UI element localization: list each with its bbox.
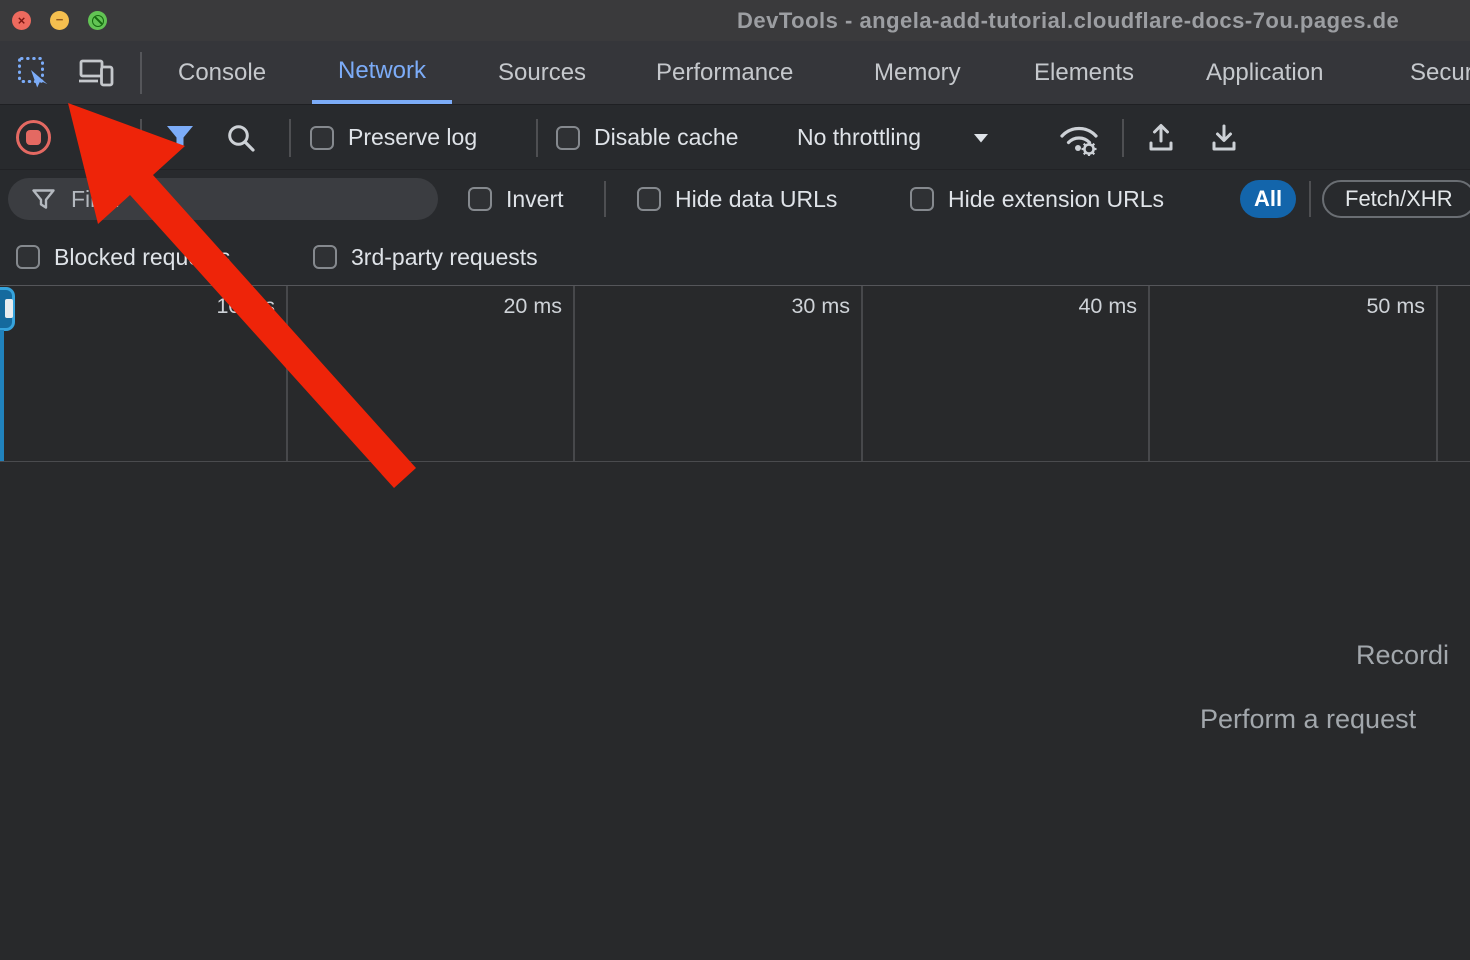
toolbar-divider: [140, 119, 142, 157]
invert-label[interactable]: Invert: [506, 186, 564, 213]
hide-extension-urls-checkbox[interactable]: [910, 187, 934, 211]
timeline-tick: 40 ms: [1047, 294, 1137, 319]
tab-security[interactable]: Security: [1384, 41, 1470, 104]
import-har-button[interactable]: [1145, 122, 1177, 154]
wifi-gear-icon: [1056, 120, 1102, 156]
tab-application[interactable]: Application: [1180, 41, 1349, 104]
filter-funnel-icon: [32, 189, 55, 210]
minimize-window-button[interactable]: −: [50, 11, 69, 30]
network-toolbar: Preserve log Disable cache No throttling: [0, 105, 1470, 170]
timeline-gridline: [286, 286, 288, 461]
preserve-log-label[interactable]: Preserve log: [348, 124, 477, 151]
disable-cache-label[interactable]: Disable cache: [594, 124, 738, 151]
search-button[interactable]: [226, 123, 256, 153]
clipped-blue-edge-line: [0, 330, 4, 461]
timeline-tick: 10 ms: [185, 294, 275, 319]
tab-performance[interactable]: Performance: [630, 41, 819, 104]
blocked-requests-checkbox[interactable]: [16, 245, 40, 269]
tab-elements[interactable]: Elements: [1008, 41, 1160, 104]
toolbar-divider: [1122, 119, 1124, 157]
close-icon: ×: [18, 14, 26, 27]
blocked-requests-label[interactable]: Blocked requests: [54, 244, 230, 271]
toggle-device-toolbar-button[interactable]: [78, 56, 114, 90]
network-conditions-button[interactable]: [1056, 120, 1102, 156]
zoom-window-button[interactable]: [88, 11, 107, 30]
hide-extension-urls-label[interactable]: Hide extension URLs: [948, 186, 1164, 213]
toolbar-divider: [536, 119, 538, 157]
third-party-requests-checkbox[interactable]: [313, 245, 337, 269]
devtools-window: × − DevTools - angela-add-tutorial.cloud…: [0, 0, 1470, 960]
device-toolbar-icon: [78, 58, 114, 88]
zoom-icon: [92, 15, 104, 27]
timeline-tick: 50 ms: [1335, 294, 1425, 319]
disable-cache-checkbox[interactable]: [556, 126, 580, 150]
devtools-tabbar: Console Network Sources Performance Memo…: [0, 41, 1470, 105]
tab-console[interactable]: Console: [152, 41, 292, 104]
filterbar-divider: [604, 181, 606, 217]
toolbar-divider: [289, 119, 291, 157]
preserve-log-checkbox[interactable]: [310, 126, 334, 150]
clear-network-log-button[interactable]: [82, 124, 109, 151]
upload-icon: [1145, 122, 1177, 154]
network-filter-bar: Invert Hide data URLs Hide extension URL…: [0, 170, 1470, 228]
export-har-button[interactable]: [1208, 122, 1240, 154]
filter-toggle-button[interactable]: [166, 125, 194, 150]
network-overview-timeline: 10 ms 20 ms 30 ms 40 ms 50 ms: [0, 286, 1470, 462]
search-icon: [226, 123, 256, 153]
tab-sources[interactable]: Sources: [472, 41, 612, 104]
timeline-gridline: [1436, 286, 1438, 461]
invert-checkbox[interactable]: [468, 187, 492, 211]
minimize-icon: −: [56, 13, 64, 26]
timeline-gridline: [861, 286, 863, 461]
network-log-empty-area: Recordi Perform a request: [0, 462, 1470, 957]
hide-data-urls-control: Hide data URLs: [637, 170, 837, 228]
traffic-lights: × −: [12, 11, 107, 30]
filterbar-divider: [1309, 181, 1311, 217]
throttling-dropdown[interactable]: No throttling: [797, 105, 989, 170]
preserve-log-control: Preserve log: [310, 105, 477, 170]
timeline-tick: 20 ms: [472, 294, 562, 319]
third-party-requests-control: 3rd-party requests: [313, 228, 538, 286]
third-party-requests-label[interactable]: 3rd-party requests: [351, 244, 538, 271]
inspect-cursor-icon: [17, 56, 51, 90]
hide-data-urls-checkbox[interactable]: [637, 187, 661, 211]
filter-input[interactable]: [71, 186, 428, 213]
record-stop-icon: [26, 130, 41, 145]
timeline-tick: 30 ms: [760, 294, 850, 319]
funnel-icon: [166, 125, 194, 150]
record-network-log-button[interactable]: [16, 120, 51, 155]
hide-data-urls-label[interactable]: Hide data URLs: [675, 186, 837, 213]
tab-memory[interactable]: Memory: [848, 41, 987, 104]
tabbar-divider: [140, 52, 142, 94]
inspect-element-button[interactable]: [16, 56, 52, 90]
clipped-blue-element-bar: [5, 299, 13, 318]
chevron-down-icon: [973, 133, 989, 143]
titlebar: × − DevTools - angela-add-tutorial.cloud…: [0, 0, 1470, 41]
filter-input-container: [8, 178, 438, 220]
timeline-gridline: [573, 286, 575, 461]
window-title: DevTools - angela-add-tutorial.cloudflar…: [737, 8, 1399, 34]
empty-state-title: Recordi: [1356, 640, 1449, 671]
clipped-blue-element: [0, 287, 15, 331]
download-icon: [1208, 122, 1240, 154]
invert-control: Invert: [468, 170, 564, 228]
request-type-filter-fetch-xhr[interactable]: Fetch/XHR: [1322, 180, 1470, 218]
throttling-value: No throttling: [797, 124, 921, 151]
request-type-filter-all[interactable]: All: [1240, 180, 1296, 218]
close-window-button[interactable]: ×: [12, 11, 31, 30]
disable-cache-control: Disable cache: [556, 105, 738, 170]
blocked-requests-control: Blocked requests: [16, 228, 230, 286]
empty-state-hint: Perform a request: [1200, 704, 1416, 735]
tab-network[interactable]: Network: [312, 41, 452, 104]
timeline-gridline: [1148, 286, 1150, 461]
hide-extension-urls-control: Hide extension URLs: [910, 170, 1164, 228]
network-filter-bar-2: Blocked requests 3rd-party requests: [0, 228, 1470, 286]
